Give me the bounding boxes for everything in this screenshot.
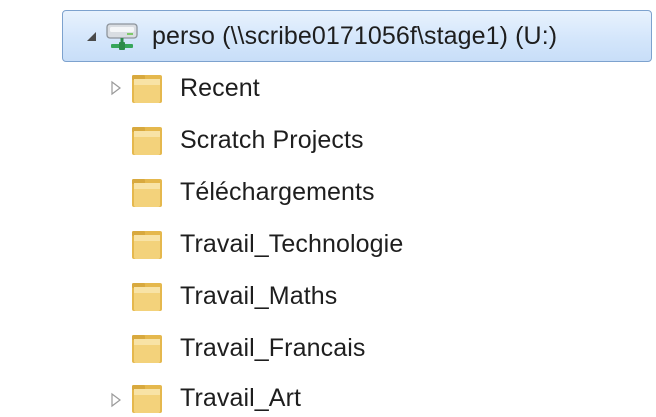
collapse-arrow-icon[interactable] xyxy=(84,28,100,44)
folder-icon xyxy=(132,335,162,363)
folder-label: Téléchargements xyxy=(180,178,375,206)
folder-icon xyxy=(132,231,162,259)
folder-label: Scratch Projects xyxy=(180,126,364,154)
expand-arrow-icon[interactable] xyxy=(108,80,124,96)
folder-label: Recent xyxy=(180,74,260,102)
folder-tree: perso (\\scribe0171056f\stage1) (U:) Rec… xyxy=(0,0,656,417)
network-drive-icon xyxy=(106,23,138,50)
folder-label: Travail_Technologie xyxy=(180,230,404,258)
folder-label: Travail_Art xyxy=(180,384,302,412)
folder-icon xyxy=(132,127,162,155)
folder-label: Travail_Maths xyxy=(180,282,338,310)
drive-label: perso (\\scribe0171056f\stage1) (U:) xyxy=(152,22,558,50)
folder-icon xyxy=(132,179,162,207)
folder-label: Travail_Francais xyxy=(180,334,366,362)
folder-icon xyxy=(132,385,162,413)
expand-arrow-icon[interactable] xyxy=(108,392,124,408)
folder-icon xyxy=(132,75,162,103)
folder-icon xyxy=(132,283,162,311)
